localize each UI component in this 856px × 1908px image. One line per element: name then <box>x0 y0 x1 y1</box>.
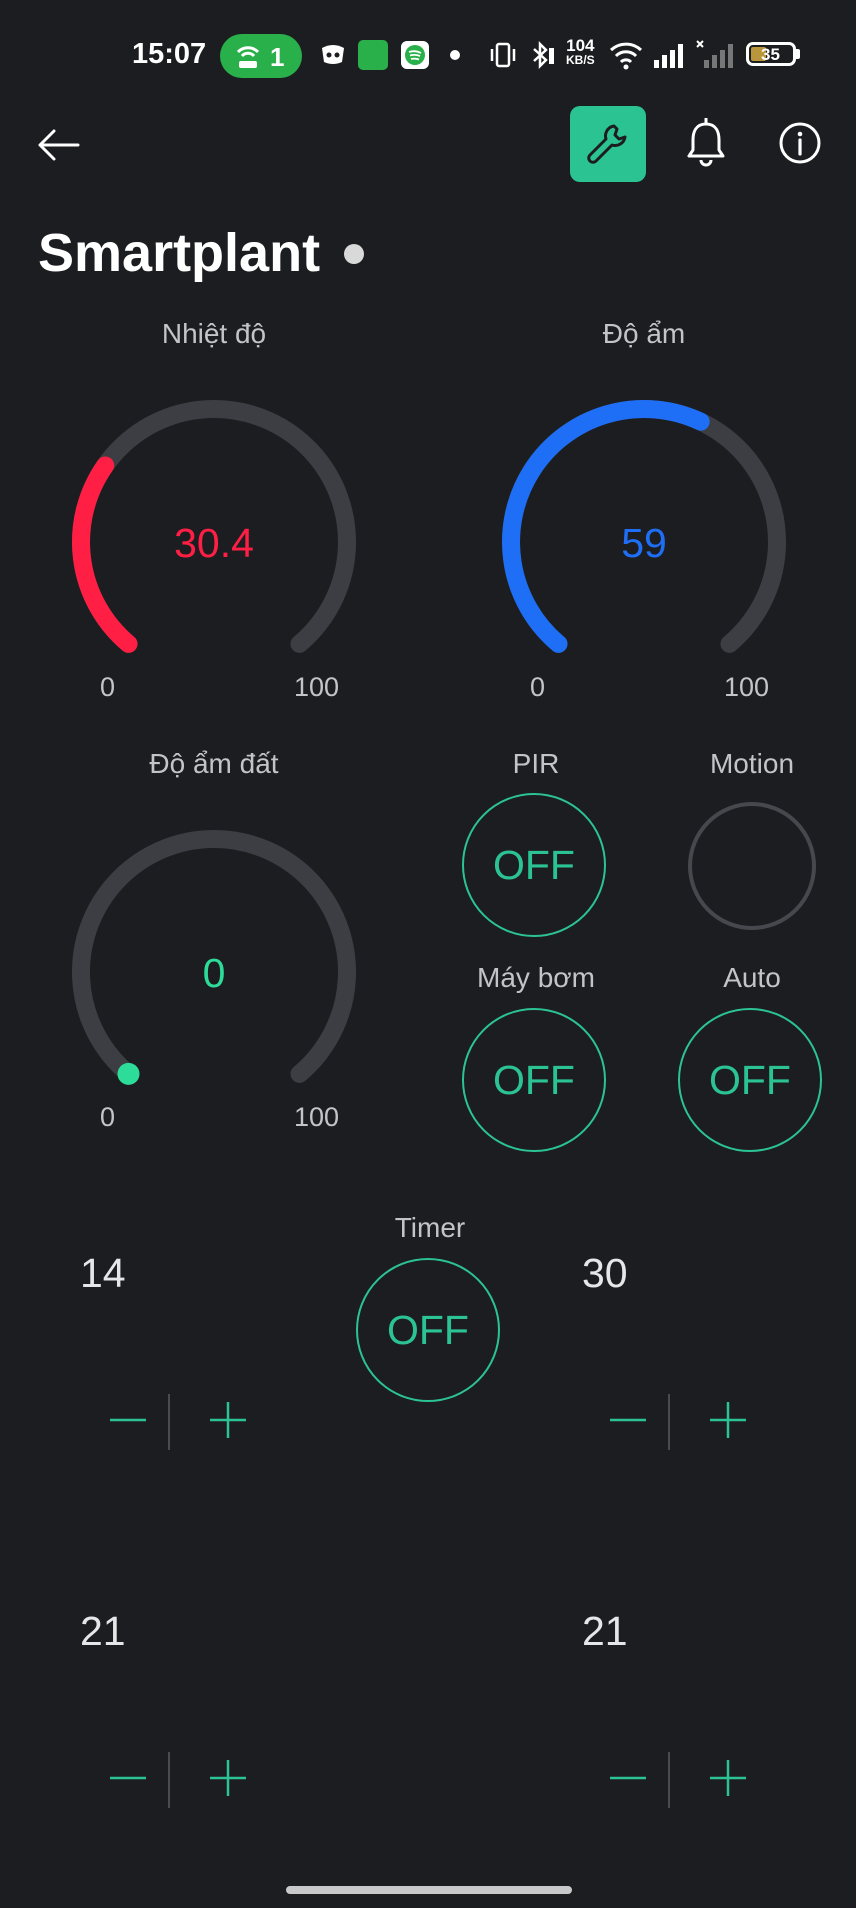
stepper-2-value: 30 <box>582 1250 628 1296</box>
stepper-3-value: 21 <box>80 1608 126 1654</box>
motion-label: Motion <box>709 748 795 779</box>
notification-dot <box>450 50 460 60</box>
hotspot-count: 1 <box>270 42 285 72</box>
signal-2-icon <box>696 40 733 68</box>
minus-icon[interactable] <box>98 1746 158 1810</box>
stepper-divider <box>168 1752 170 1808</box>
stepper-1 <box>98 1388 278 1452</box>
vibrate-icon <box>490 42 516 68</box>
home-indicator[interactable] <box>286 1886 572 1894</box>
network-speed: 104 KB/S <box>566 36 595 68</box>
humidity-gauge <box>502 400 786 653</box>
stepper-divider <box>168 1394 170 1450</box>
battery-icon: 35 <box>746 42 796 66</box>
stepper-2 <box>598 1388 778 1452</box>
minus-icon[interactable] <box>98 1388 158 1452</box>
auto-button[interactable]: OFF <box>678 1008 822 1152</box>
humidity-max: 100 <box>724 672 770 702</box>
wifi-icon <box>609 42 643 70</box>
device-status-dot <box>344 244 364 264</box>
minus-icon[interactable] <box>598 1746 658 1810</box>
status-time: 15:07 <box>132 38 207 70</box>
timer-state: OFF <box>387 1306 469 1353</box>
stepper-1-value: 14 <box>80 1250 126 1296</box>
soil-moisture-value: 0 <box>202 950 226 996</box>
auto-state: OFF <box>709 1056 791 1103</box>
timer-label: Timer <box>394 1212 466 1243</box>
pir-state: OFF <box>493 841 575 888</box>
soil-moisture-max: 100 <box>294 1102 340 1132</box>
wrench-icon <box>587 124 627 164</box>
hotspot-icon <box>236 46 260 68</box>
pump-button[interactable]: OFF <box>462 1008 606 1152</box>
motion-led-indicator <box>688 802 816 930</box>
stepper-divider <box>668 1394 670 1450</box>
humidity-min: 0 <box>530 672 546 702</box>
info-button[interactable] <box>772 112 828 174</box>
soil-moisture-min: 0 <box>100 1102 116 1132</box>
stepper-3 <box>98 1746 278 1810</box>
spotify-icon <box>401 41 429 69</box>
stepper-4-value: 21 <box>582 1608 628 1654</box>
info-icon <box>779 122 821 164</box>
humidity-value: 59 <box>621 520 667 566</box>
hotspot-pill: 1 <box>220 34 302 78</box>
notifications-button[interactable] <box>678 112 734 174</box>
network-speed-value: 104 <box>566 36 595 55</box>
back-button[interactable] <box>28 118 88 172</box>
temperature-max: 100 <box>294 672 340 702</box>
gauge-label-humidity: Độ ẩm <box>602 318 686 349</box>
battery-level: 35 <box>761 45 780 64</box>
minus-icon[interactable] <box>598 1388 658 1452</box>
pir-label: PIR <box>512 748 560 779</box>
soil-moisture-gauge <box>72 830 356 1085</box>
pump-label: Máy bơm <box>477 962 595 993</box>
plus-icon[interactable] <box>198 1746 258 1810</box>
stepper-4 <box>598 1746 778 1810</box>
gauge-label-soil-moisture: Độ ẩm đất <box>149 748 279 779</box>
auto-label: Auto <box>723 962 781 993</box>
gauge-label-temperature: Nhiệt độ <box>161 318 267 349</box>
battery-cap <box>796 49 800 59</box>
bell-icon <box>687 118 725 167</box>
edit-button[interactable] <box>570 106 646 182</box>
arrow-left-icon <box>38 129 80 161</box>
stepper-divider <box>668 1752 670 1808</box>
discord-icon <box>322 45 344 64</box>
bluetooth-icon <box>533 40 554 70</box>
pir-button[interactable]: OFF <box>462 793 606 937</box>
app-icon <box>358 40 388 70</box>
pump-state: OFF <box>493 1056 575 1103</box>
temperature-gauge <box>72 400 356 653</box>
timer-button[interactable]: OFF <box>356 1258 500 1402</box>
plus-icon[interactable] <box>698 1388 758 1452</box>
page-title: Smartplant <box>38 223 321 283</box>
temperature-min: 0 <box>100 672 116 702</box>
status-bar: 15:07 1 104 KB/S 35 <box>0 0 856 110</box>
plus-icon[interactable] <box>698 1746 758 1810</box>
network-speed-unit: KB/S <box>566 53 595 67</box>
temperature-value: 30.4 <box>174 520 254 566</box>
plus-icon[interactable] <box>198 1388 258 1452</box>
signal-icon <box>654 44 683 68</box>
